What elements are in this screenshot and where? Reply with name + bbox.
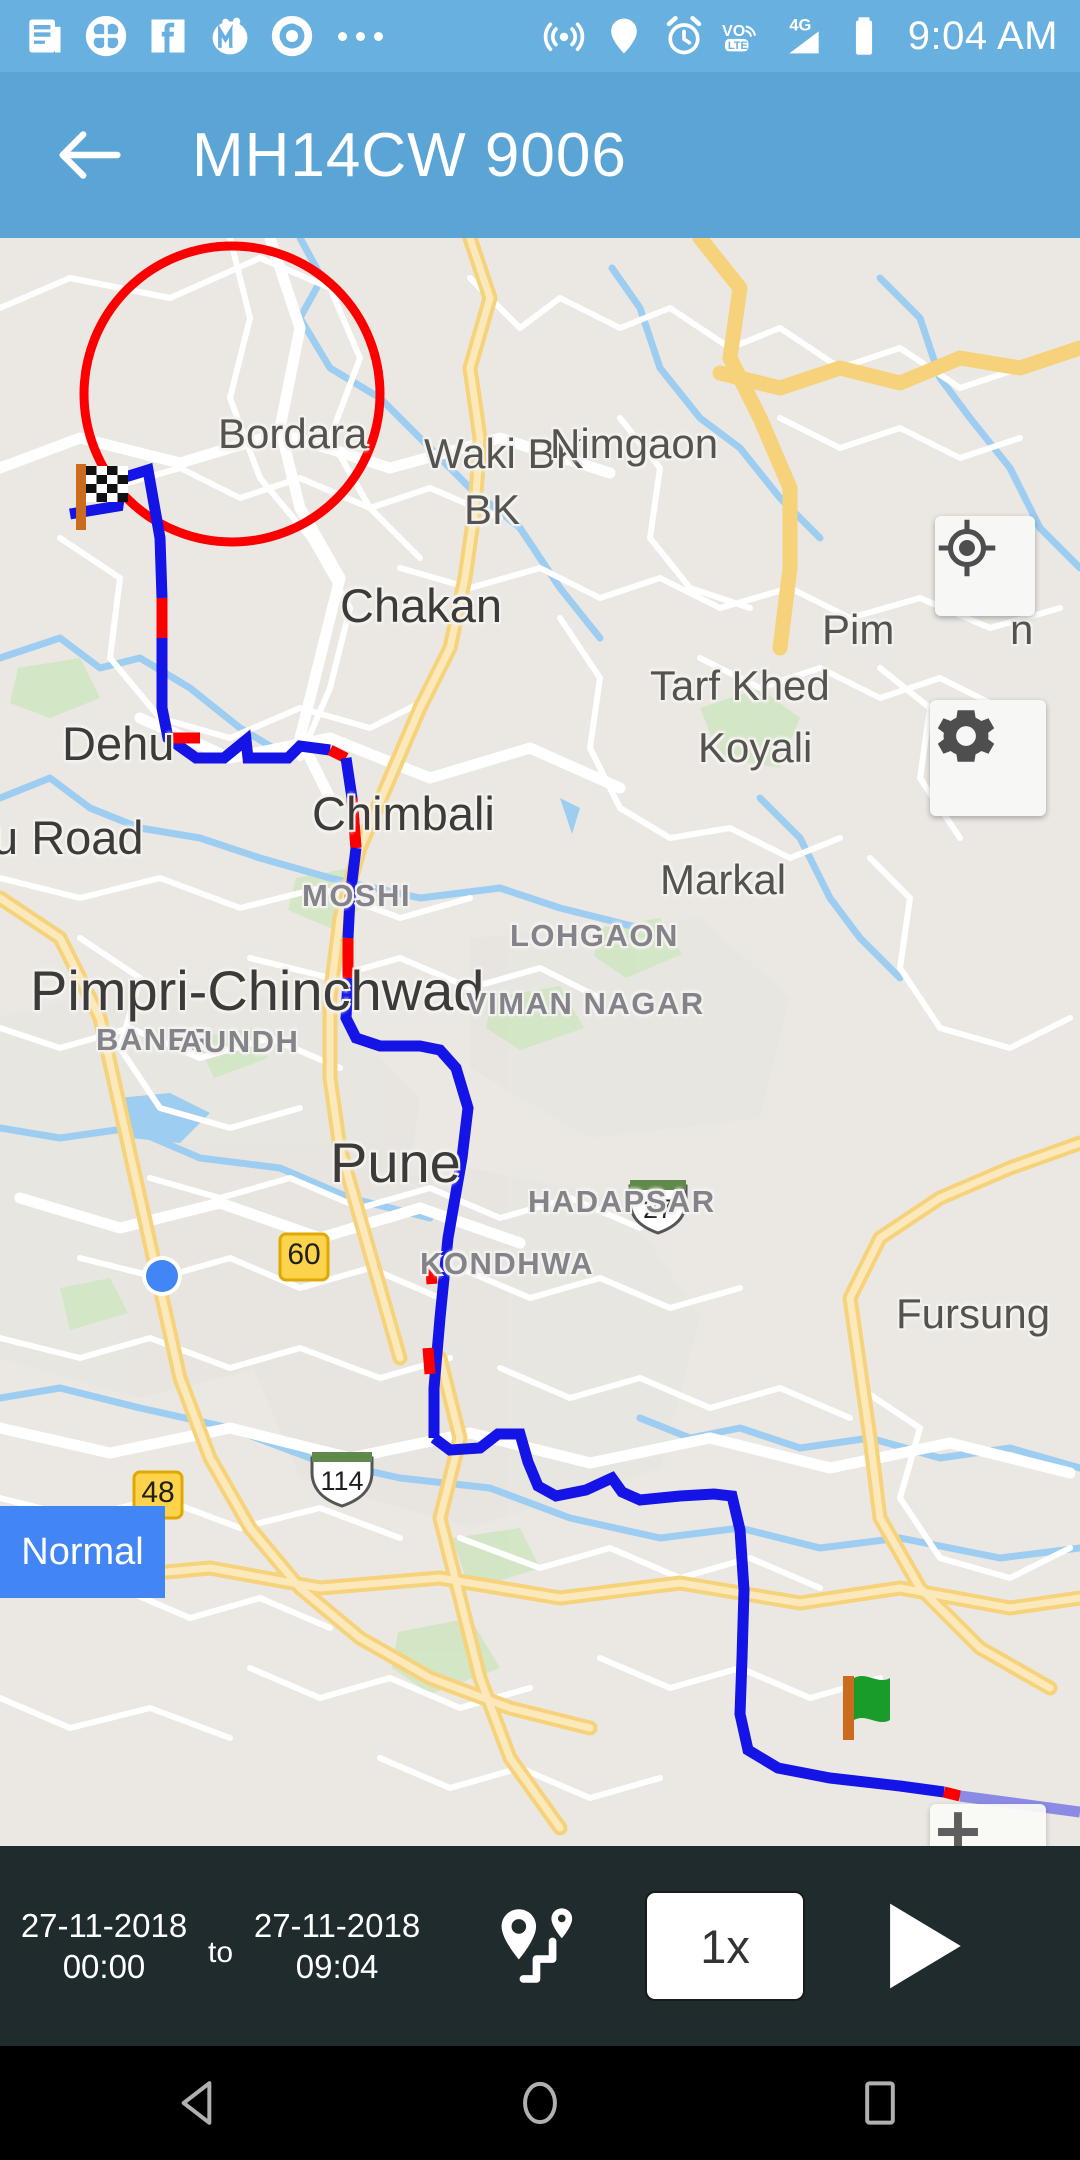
highway-shield-60: 60 [278, 1232, 330, 1282]
m-app-icon [212, 17, 248, 55]
to-time: 09:04 [295, 1948, 379, 1985]
map-tiles: 60 48 114 27 [0, 238, 1080, 1846]
circle-home-icon [523, 2081, 557, 2125]
playback-speed-button[interactable]: 1x [645, 1891, 806, 2001]
playback-control-bar: 27-11-2018 00:00 to 27-11-2018 09:04 1x [0, 1846, 1080, 2046]
minus-icon [938, 1828, 978, 1836]
alarm-icon [666, 16, 701, 55]
svg-text:LTE: LTE [728, 40, 748, 52]
network-type-label: 4G [789, 17, 811, 35]
from-date: 27-11-2018 [20, 1906, 188, 1944]
gear-icon [937, 710, 995, 762]
status-bar-clock: 9:04 AM [907, 13, 1058, 58]
square-recents-icon [865, 2081, 895, 2125]
svg-text:VO: VO [722, 22, 745, 40]
date-range[interactable]: 27-11-2018 00:00 to 27-11-2018 09:04 [8, 1905, 433, 1988]
svg-text:114: 114 [320, 1466, 363, 1496]
back-arrow-icon [59, 131, 121, 179]
svg-text:60: 60 [287, 1238, 320, 1271]
overflow-dots-icon [332, 31, 389, 41]
my-location-button[interactable] [935, 516, 1035, 616]
svg-text:48: 48 [141, 1476, 174, 1509]
chrome-icon [271, 15, 313, 57]
volte-icon: VO LTE [722, 22, 756, 52]
from-datetime[interactable]: 27-11-2018 00:00 [8, 1905, 200, 1988]
my-location-icon [938, 519, 996, 577]
page-title: MH14CW 9006 [192, 120, 627, 190]
app-bar: MH14CW 9006 [0, 72, 1080, 238]
android-nav-bar [0, 2046, 1080, 2160]
blue-dot-icon [142, 1256, 182, 1296]
battery-icon [855, 17, 872, 55]
hotspot-icon [543, 22, 585, 52]
to-datetime[interactable]: 27-11-2018 09:04 [241, 1905, 433, 1988]
nav-recents-button[interactable] [835, 2058, 925, 2148]
location-icon [610, 18, 637, 54]
play-icon [890, 1903, 961, 1989]
status-bar: VO LTE 4G 9:04 AM [0, 0, 1080, 72]
back-button[interactable] [30, 95, 150, 215]
play-button[interactable] [861, 1886, 981, 2006]
signal-icon: 4G [789, 17, 819, 54]
status-badge: Normal [0, 1506, 165, 1598]
map-settings-button[interactable] [930, 700, 1046, 816]
svg-text:27: 27 [643, 1194, 673, 1224]
nav-home-button[interactable] [495, 2058, 585, 2148]
from-time: 00:00 [62, 1948, 146, 1985]
to-date: 27-11-2018 [253, 1906, 421, 1944]
route-points-button[interactable] [483, 1891, 593, 2001]
flower-app-icon [85, 15, 127, 57]
status-bar-system-icons: VO LTE 4G 9:04 AM [542, 14, 1058, 59]
status-bar-notification-icons [22, 14, 389, 58]
news-icon [29, 19, 61, 53]
nav-back-button[interactable] [155, 2058, 245, 2148]
range-separator: to [208, 1936, 234, 1969]
map-canvas[interactable]: 60 48 114 27 Bordara Waki BK BK Nimgaon … [0, 238, 1080, 1846]
zoom-controls[interactable] [930, 1804, 1046, 1846]
triangle-back-icon [181, 2081, 212, 2125]
facebook-icon [151, 19, 185, 53]
route-pins-icon [501, 1908, 573, 1983]
